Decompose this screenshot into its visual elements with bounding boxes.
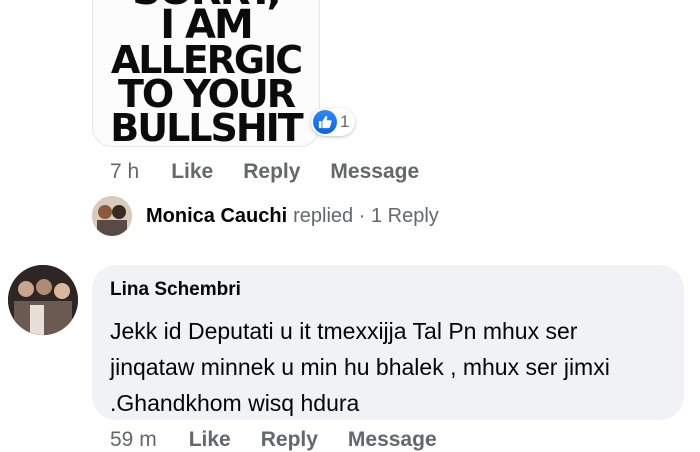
replies-count[interactable]: replied · 1 Reply — [293, 205, 439, 228]
comment-timestamp[interactable]: 7 h — [110, 160, 139, 184]
avatar — [92, 196, 132, 236]
reaction-count: 1 — [340, 112, 350, 131]
message-button[interactable]: Message — [348, 428, 437, 452]
sticker-image[interactable]: SORRY, I AM ALLERGIC TO YOUR BULLSHIT — [92, 0, 320, 147]
replier-name[interactable]: Monica Cauchi — [146, 205, 287, 228]
reply-button[interactable]: Reply — [243, 160, 300, 184]
comment-text: Jekk id Deputati u it tmexxijja Tal Pn m… — [110, 318, 610, 416]
comment-bubble: Lina Schembri Jekk id Deputati u it tmex… — [92, 265, 684, 420]
avatar[interactable] — [8, 265, 78, 335]
comment-actions: 7 h Like Reply Message — [110, 160, 449, 184]
reaction-summary[interactable]: 1 — [311, 108, 356, 136]
comment-actions: 59 m Like Reply Message — [110, 428, 467, 452]
sticker-line: BULLSHIT — [110, 106, 303, 147]
comment-author[interactable]: Lina Schembri — [110, 279, 666, 301]
comment-timestamp[interactable]: 59 m — [110, 428, 157, 452]
thumbs-up-icon — [313, 110, 337, 134]
like-button[interactable]: Like — [189, 428, 231, 452]
reply-button[interactable]: Reply — [261, 428, 318, 452]
like-button[interactable]: Like — [171, 160, 213, 184]
message-button[interactable]: Message — [330, 160, 419, 184]
view-replies-link[interactable]: Monica Cauchi replied · 1 Reply — [92, 196, 439, 236]
